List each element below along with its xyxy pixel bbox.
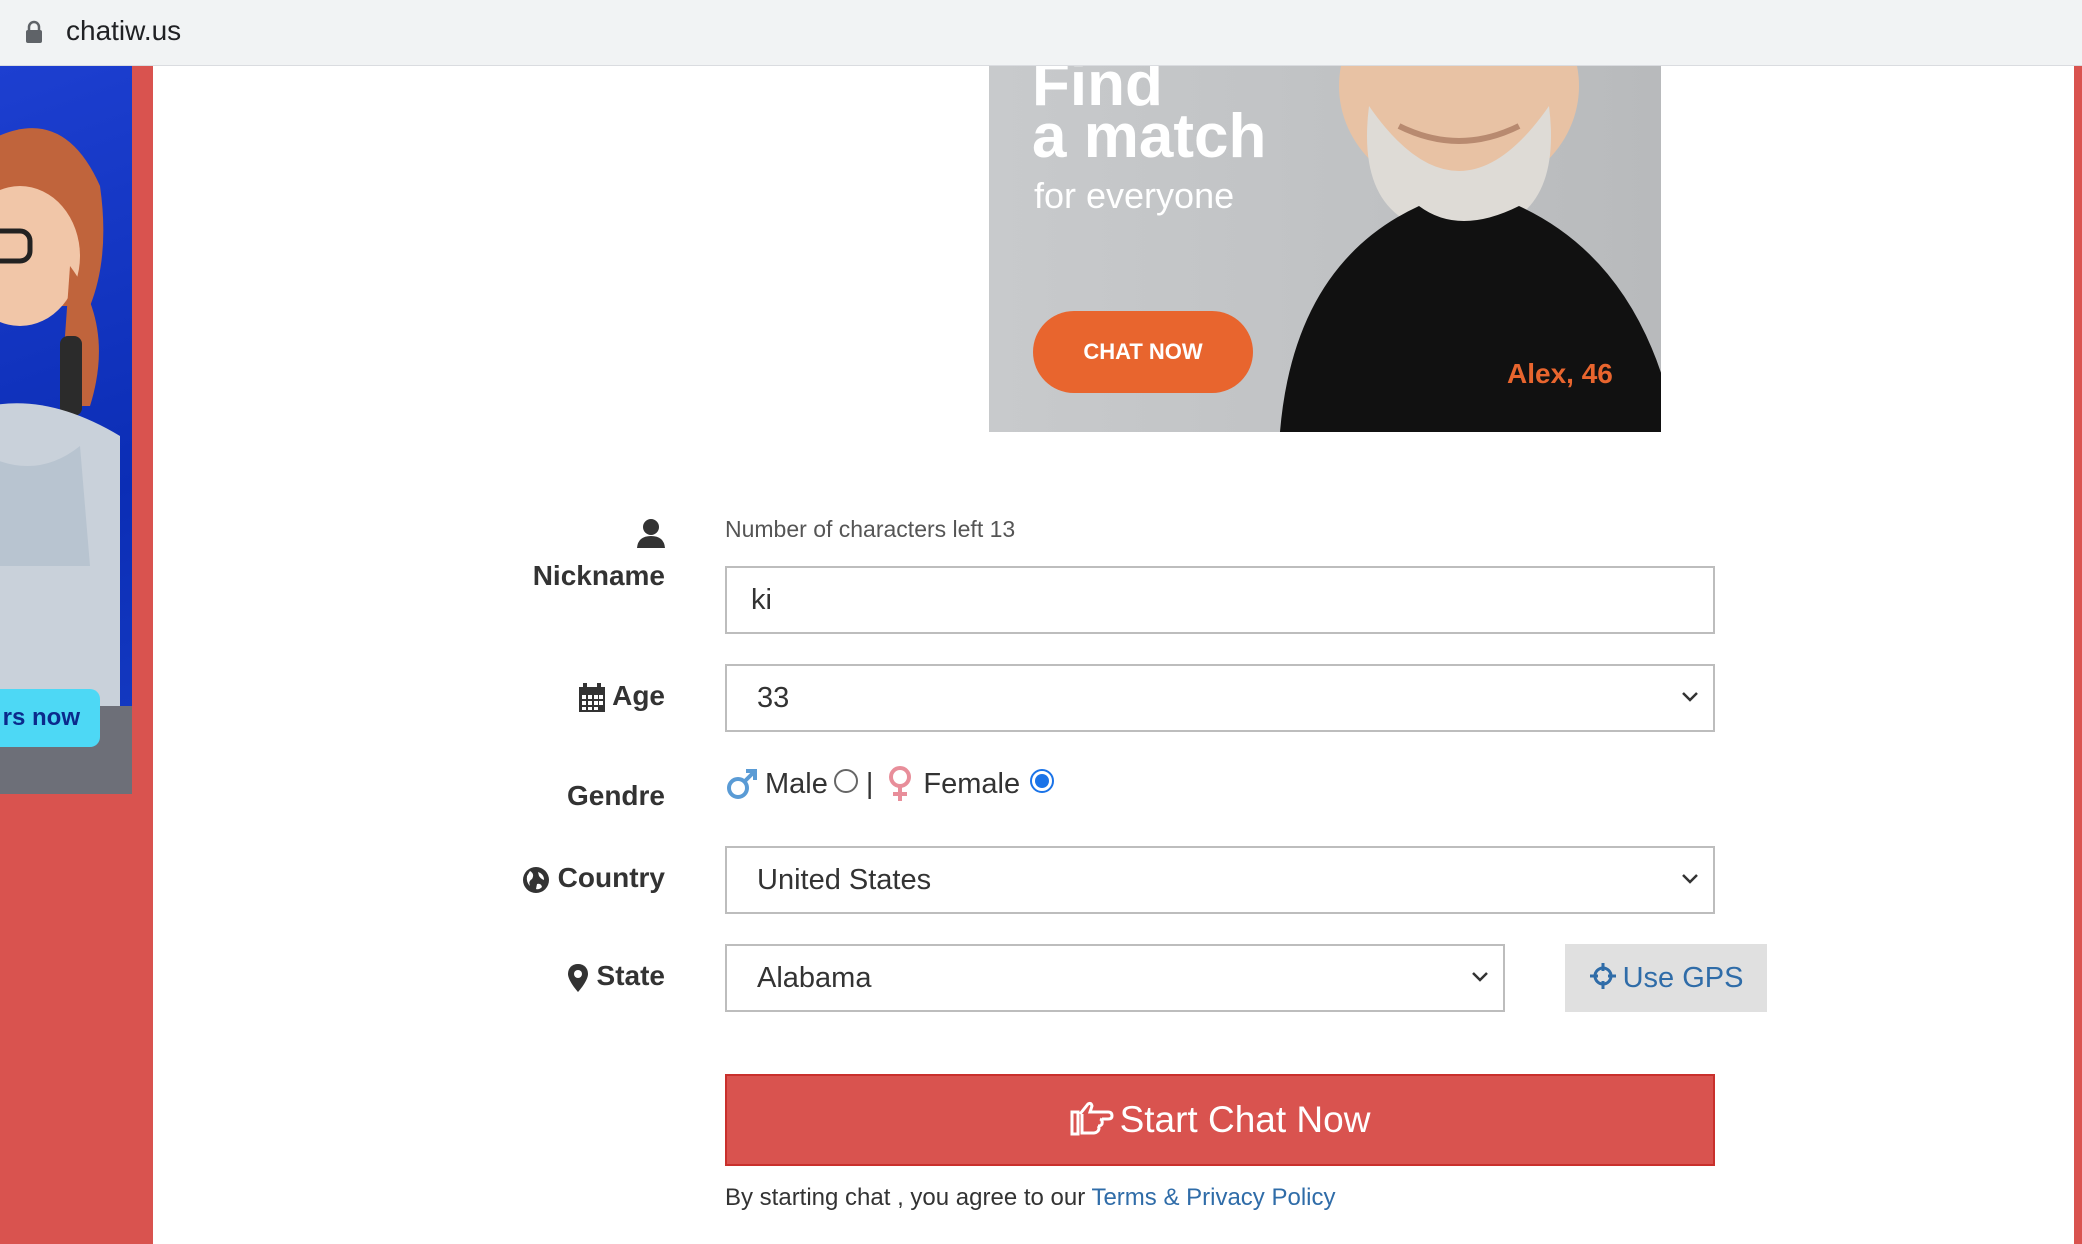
banner-ad[interactable]: Find a match for everyone CHAT NOW Alex,… xyxy=(989,66,1661,432)
female-symbol-icon xyxy=(889,766,912,801)
gender-label: Gendre xyxy=(566,780,665,811)
lock-icon xyxy=(26,20,42,43)
age-label-row: Age xyxy=(480,680,665,713)
chevron-down-icon xyxy=(1682,874,1698,884)
banner-chat-now-button[interactable]: CHAT NOW xyxy=(1033,311,1253,393)
age-label: Age xyxy=(612,680,665,711)
male-symbol-icon xyxy=(727,769,757,799)
start-chat-label: Start Chat Now xyxy=(1119,1099,1371,1140)
nickname-input[interactable]: ki xyxy=(725,566,1715,634)
side-ad-cta-button[interactable]: rs now xyxy=(0,689,100,747)
terms-notice: By starting chat , you agree to our Term… xyxy=(725,1184,1335,1212)
state-selected-value: Alabama xyxy=(757,962,872,994)
female-label: Female xyxy=(923,767,1021,800)
country-selected-value: United States xyxy=(757,864,932,896)
browser-address-bar[interactable]: chatiw.us xyxy=(0,0,2082,66)
url-text: chatiw.us xyxy=(66,15,182,46)
user-icon xyxy=(637,519,665,548)
banner-caption: Alex, 46 xyxy=(1507,358,1613,389)
terms-link[interactable]: Terms & Privacy Policy xyxy=(1091,1184,1335,1211)
chevron-down-icon xyxy=(1472,972,1488,982)
side-ad[interactable]: rs now xyxy=(0,66,132,794)
nickname-label: Nickname xyxy=(532,560,665,591)
male-label: Male xyxy=(765,767,828,800)
male-radio[interactable] xyxy=(833,769,858,793)
ad-woman-image xyxy=(0,128,120,706)
start-chat-button[interactable]: Start Chat Now xyxy=(725,1074,1715,1166)
female-radio[interactable] xyxy=(1030,769,1055,793)
page-right-band xyxy=(2074,66,2082,1244)
pointing-hand-icon xyxy=(1070,1102,1114,1136)
state-label-row: State xyxy=(480,960,665,993)
terms-prefix: By starting chat , you agree to our xyxy=(725,1184,1086,1211)
age-select[interactable]: 33 xyxy=(725,664,1715,732)
crosshair-icon xyxy=(1589,963,1616,990)
gender-radio-group: Male | Female xyxy=(725,762,1058,806)
state-select[interactable]: Alabama xyxy=(725,944,1505,1012)
age-selected-value: 33 xyxy=(757,682,790,714)
nickname-char-hint: Number of characters left 13 xyxy=(725,516,1016,542)
country-label: Country xyxy=(557,862,665,893)
state-label: State xyxy=(596,960,665,991)
use-gps-button[interactable]: Use GPS xyxy=(1565,944,1767,1012)
banner-headline-2: a match xyxy=(1032,102,1267,171)
use-gps-label: Use GPS xyxy=(1622,962,1744,994)
banner-subline: for everyone xyxy=(1034,175,1235,216)
calendar-icon xyxy=(579,682,606,712)
globe-icon xyxy=(522,866,549,893)
chevron-down-icon xyxy=(1682,692,1698,702)
gender-separator: | xyxy=(865,767,874,800)
map-pin-icon xyxy=(567,963,588,992)
country-label-row: Country xyxy=(480,862,665,894)
country-select[interactable]: United States xyxy=(725,846,1715,914)
